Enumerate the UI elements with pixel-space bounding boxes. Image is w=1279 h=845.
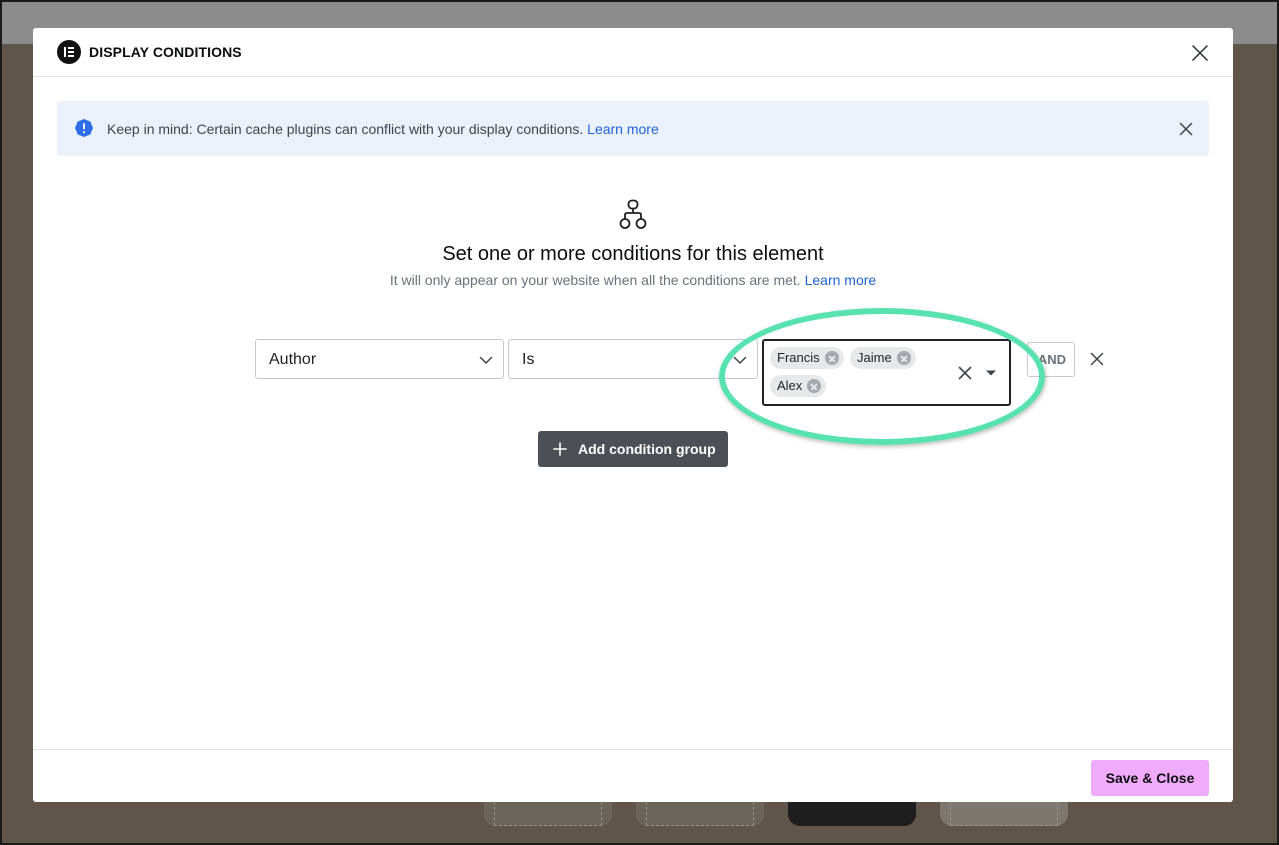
and-connector-button[interactable]: AND (1027, 342, 1075, 377)
remove-chip-icon[interactable] (807, 379, 822, 393)
intro-subtitle-text: It will only appear on your website when… (389, 272, 801, 288)
remove-chip-icon[interactable] (896, 351, 911, 365)
clear-values-icon[interactable] (958, 366, 972, 380)
plus-icon (553, 442, 567, 456)
alert-learn-more-link[interactable]: Learn more (587, 121, 659, 137)
close-icon[interactable] (1191, 44, 1209, 62)
value-chip: Jaime (850, 347, 916, 369)
info-icon (75, 119, 93, 137)
alert-close-icon[interactable] (1179, 122, 1193, 136)
value-chip-label: Alex (777, 378, 803, 393)
chevron-down-icon (479, 356, 493, 365)
cache-warning-alert: Keep in mind: Certain cache plugins can … (57, 101, 1209, 156)
elementor-logo-icon (57, 40, 81, 64)
condition-operator-select[interactable]: Is (508, 339, 758, 379)
condition-field-value: Author (269, 351, 317, 368)
chevron-down-icon (733, 356, 747, 365)
add-condition-group-label: Add condition group (578, 441, 716, 457)
condition-values-multiselect[interactable]: Francis Jaime Alex (762, 339, 1011, 406)
alert-message: Keep in mind: Certain cache plugins can … (107, 121, 659, 137)
caret-down-icon[interactable] (985, 369, 997, 377)
modal-header: DISPLAY CONDITIONS (33, 28, 1233, 77)
value-chip: Alex (770, 375, 827, 397)
add-condition-group-button[interactable]: Add condition group (538, 431, 728, 467)
value-chip: Francis (770, 347, 844, 369)
value-chip-label: Jaime (857, 350, 892, 365)
modal-title: DISPLAY CONDITIONS (89, 44, 242, 60)
condition-operator-value: Is (522, 351, 535, 368)
remove-condition-icon[interactable] (1090, 352, 1104, 366)
modal-footer: Save & Close (33, 749, 1233, 802)
condition-field-select[interactable]: Author (255, 339, 504, 379)
sitemap-icon (619, 199, 647, 229)
display-conditions-modal: DISPLAY CONDITIONS Keep in mind: Certain… (33, 28, 1233, 802)
value-chip-label: Francis (777, 350, 820, 365)
save-and-close-button[interactable]: Save & Close (1091, 760, 1209, 796)
remove-chip-icon[interactable] (824, 351, 839, 365)
intro-learn-more-link[interactable]: Learn more (805, 272, 877, 288)
intro-title: Set one or more conditions for this elem… (442, 243, 824, 265)
alert-message-text: Keep in mind: Certain cache plugins can … (107, 121, 584, 137)
intro-subtitle: It will only appear on your website when… (33, 272, 1233, 288)
